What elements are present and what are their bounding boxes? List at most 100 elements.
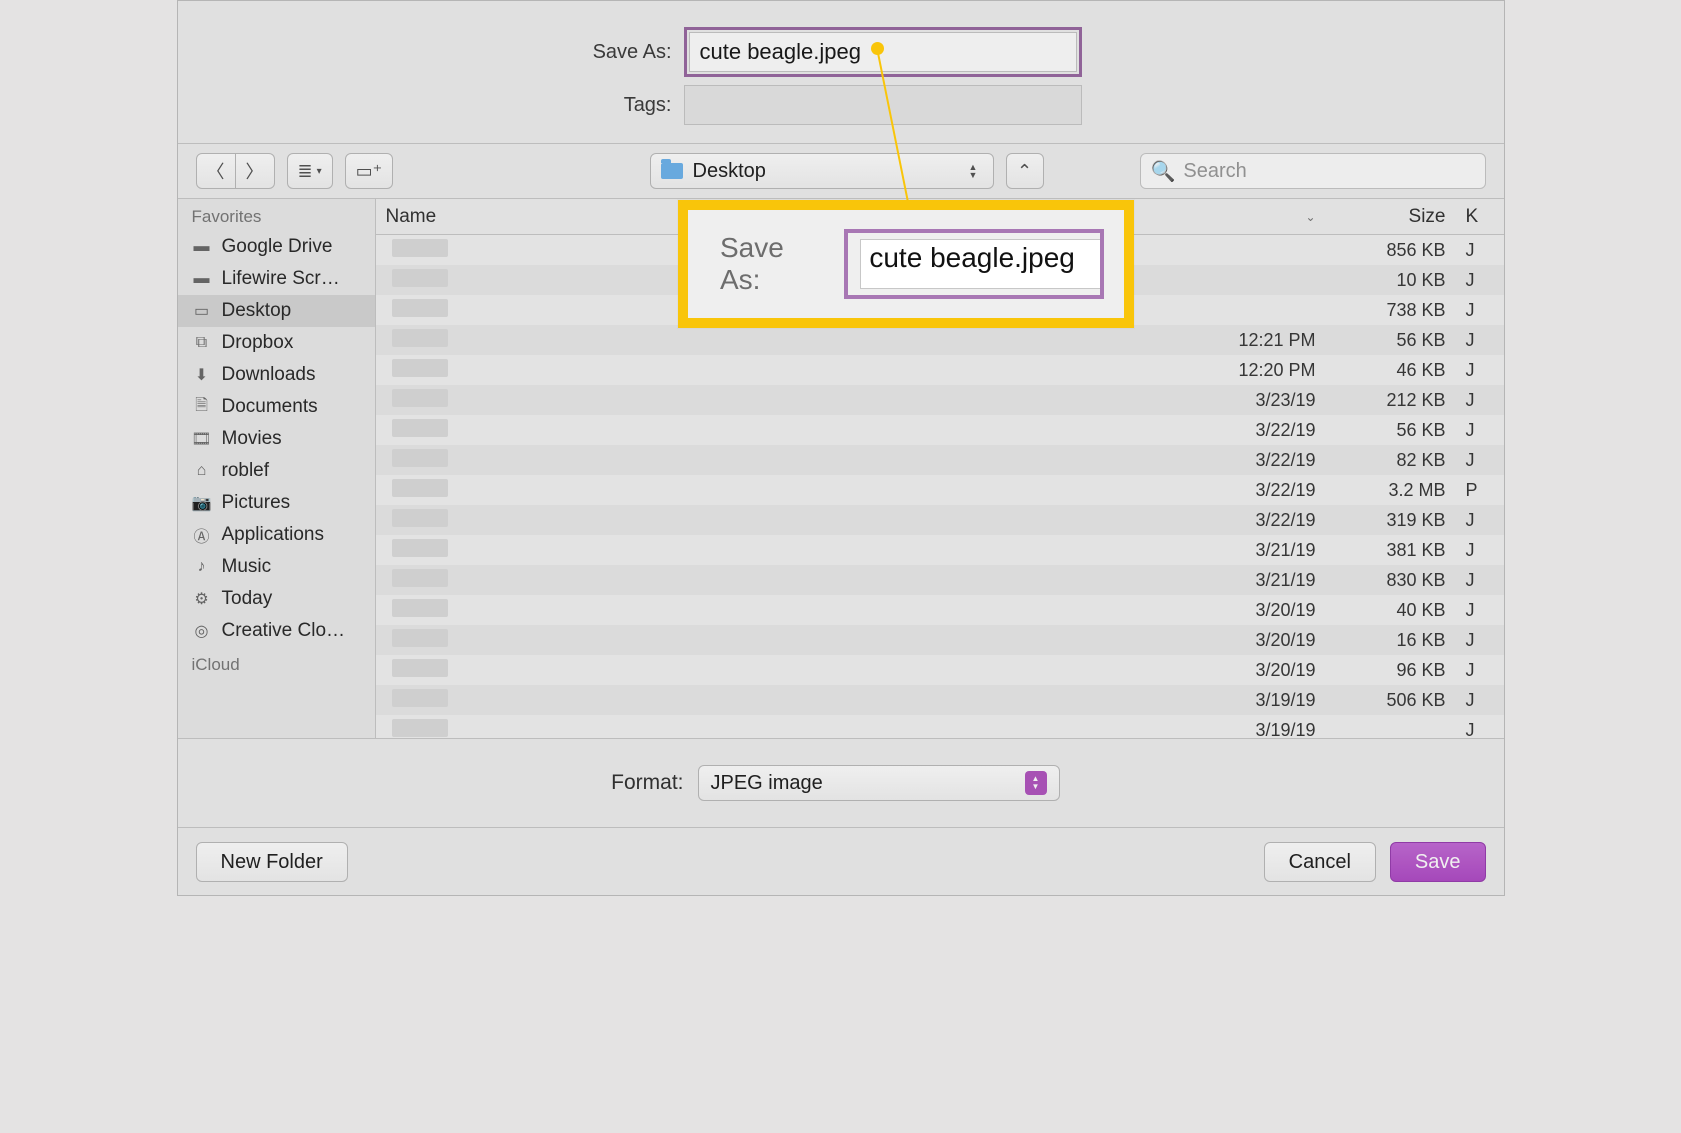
file-thumb xyxy=(392,299,448,317)
file-size: 96 KB xyxy=(1326,660,1456,681)
file-kind: J xyxy=(1456,690,1496,711)
folder-icon: ▬ xyxy=(192,238,212,256)
sidebar-item[interactable]: ⧉Dropbox xyxy=(178,327,375,359)
sidebar-item[interactable]: ⒶApplications xyxy=(178,519,375,551)
file-size: 56 KB xyxy=(1326,330,1456,351)
format-select[interactable]: JPEG image ▲▼ xyxy=(698,765,1060,801)
column-date[interactable]: ⌄ xyxy=(1176,210,1326,224)
file-kind: J xyxy=(1456,600,1496,621)
location-select[interactable]: Desktop ▲▼ xyxy=(650,153,994,189)
view-mode-button[interactable]: ≣ ▾ xyxy=(287,153,333,189)
file-size: 506 KB xyxy=(1326,690,1456,711)
sidebar-item-label: Desktop xyxy=(222,300,292,322)
toolbar: 〈 〉 ≣ ▾ ▭⁺ Desktop ▲▼ ⌃ 🔍 Search xyxy=(178,143,1504,199)
table-row[interactable]: 3/20/1940 KBJ xyxy=(376,595,1504,625)
file-size: 830 KB xyxy=(1326,570,1456,591)
column-size[interactable]: Size xyxy=(1326,206,1456,228)
sidebar-item[interactable]: ▬Lifewire Scr… xyxy=(178,263,375,295)
sidebar-header-favorites: Favorites xyxy=(178,199,375,231)
download-icon: ⬇ xyxy=(192,366,212,384)
format-row: Format: JPEG image ▲▼ xyxy=(178,739,1504,827)
callout-save-as-label: Save As: xyxy=(720,232,830,296)
sidebar-item[interactable]: ⚙Today xyxy=(178,583,375,615)
file-kind: J xyxy=(1456,390,1496,411)
table-row[interactable]: 3/22/1982 KBJ xyxy=(376,445,1504,475)
sidebar-item[interactable]: 📷Pictures xyxy=(178,487,375,519)
sidebar-item[interactable]: ◎ Creative Clo… xyxy=(178,615,375,647)
file-date: 3/20/19 xyxy=(1176,630,1326,651)
tags-input[interactable] xyxy=(684,85,1082,125)
table-row[interactable]: 3/20/1916 KBJ xyxy=(376,625,1504,655)
search-placeholder: Search xyxy=(1183,160,1246,183)
sidebar-item[interactable]: ⌂roblef xyxy=(178,455,375,487)
sidebar-item[interactable]: 🗎Documents xyxy=(178,391,375,423)
sidebar-item[interactable]: 🎞Movies xyxy=(178,423,375,455)
table-row[interactable]: 3/22/193.2 MBP xyxy=(376,475,1504,505)
file-thumb xyxy=(392,269,448,287)
table-row[interactable]: 3/22/1956 KBJ xyxy=(376,415,1504,445)
music-icon: ♪ xyxy=(192,558,212,576)
dropbox-icon: ⧉ xyxy=(192,334,212,352)
folder-plus-icon: ▭⁺ xyxy=(356,161,383,182)
sidebar-item-label: Creative Clo… xyxy=(222,620,346,642)
cc-icon: ◎ xyxy=(192,622,212,640)
back-button[interactable]: 〈 xyxy=(196,153,236,189)
chevron-left-icon: 〈 xyxy=(207,158,225,184)
file-size: 46 KB xyxy=(1326,360,1456,381)
file-kind: P xyxy=(1456,480,1496,501)
file-date: 3/21/19 xyxy=(1176,540,1326,561)
file-date: 3/21/19 xyxy=(1176,570,1326,591)
file-kind: J xyxy=(1456,510,1496,531)
file-size: 10 KB xyxy=(1326,270,1456,291)
table-row[interactable]: 12:20 PM46 KBJ xyxy=(376,355,1504,385)
file-kind: J xyxy=(1456,720,1496,739)
table-row[interactable]: 3/19/19506 KBJ xyxy=(376,685,1504,715)
sidebar-item[interactable]: ▬ Google Drive xyxy=(178,231,375,263)
file-kind: J xyxy=(1456,240,1496,261)
chevron-down-icon: ▾ xyxy=(317,166,322,177)
sidebar-item[interactable]: ⬇ Downloads xyxy=(178,359,375,391)
format-label: Format: xyxy=(178,771,698,795)
folder-icon xyxy=(661,163,683,179)
sidebar-item[interactable]: ♪ Music xyxy=(178,551,375,583)
sidebar-item-label: Downloads xyxy=(222,364,316,386)
list-icon: ≣ xyxy=(298,161,313,182)
table-row[interactable]: 3/22/19319 KBJ xyxy=(376,505,1504,535)
desktop-icon: ▭ xyxy=(192,302,212,320)
cancel-button[interactable]: Cancel xyxy=(1264,842,1376,882)
table-row[interactable]: 12:21 PM56 KBJ xyxy=(376,325,1504,355)
updown-icon: ▲▼ xyxy=(1025,771,1047,795)
sidebar-item-label: roblef xyxy=(222,460,270,482)
top-form: Save As: Tags: xyxy=(178,1,1504,137)
column-kind[interactable]: K xyxy=(1456,206,1496,228)
file-size: 16 KB xyxy=(1326,630,1456,651)
sidebar-item[interactable]: ▭ Desktop xyxy=(178,295,375,327)
sidebar-item-label: Google Drive xyxy=(222,236,333,258)
file-date: 3/19/19 xyxy=(1176,690,1326,711)
table-row[interactable]: 3/21/19381 KBJ xyxy=(376,535,1504,565)
sidebar-item-label: Music xyxy=(222,556,272,578)
app-icon: Ⓐ xyxy=(192,526,212,544)
new-folder-icon-button[interactable]: ▭⁺ xyxy=(345,153,394,189)
collapse-button[interactable]: ⌃ xyxy=(1006,153,1044,189)
file-date: 3/19/19 xyxy=(1176,720,1326,739)
file-size: 381 KB xyxy=(1326,540,1456,561)
new-folder-button[interactable]: New Folder xyxy=(196,842,348,882)
location-name: Desktop xyxy=(693,160,959,183)
file-thumb xyxy=(392,449,448,467)
chevron-up-icon: ⌃ xyxy=(1017,161,1032,182)
save-button[interactable]: Save xyxy=(1390,842,1486,882)
callout-field-highlight: cute beagle.jpeg xyxy=(844,229,1104,299)
table-row[interactable]: 3/19/19 J xyxy=(376,715,1504,738)
sidebar-item-label: Today xyxy=(222,588,273,610)
file-thumb xyxy=(392,239,448,257)
table-row[interactable]: 3/21/19830 KBJ xyxy=(376,565,1504,595)
forward-button[interactable]: 〉 xyxy=(236,153,275,189)
file-thumb xyxy=(392,359,448,377)
table-row[interactable]: 3/23/19212 KBJ xyxy=(376,385,1504,415)
file-date: 3/22/19 xyxy=(1176,450,1326,471)
file-date: 12:20 PM xyxy=(1176,360,1326,381)
folder-icon: ▬ xyxy=(192,270,212,288)
table-row[interactable]: 3/20/1996 KBJ xyxy=(376,655,1504,685)
search-field[interactable]: 🔍 Search xyxy=(1140,153,1486,189)
